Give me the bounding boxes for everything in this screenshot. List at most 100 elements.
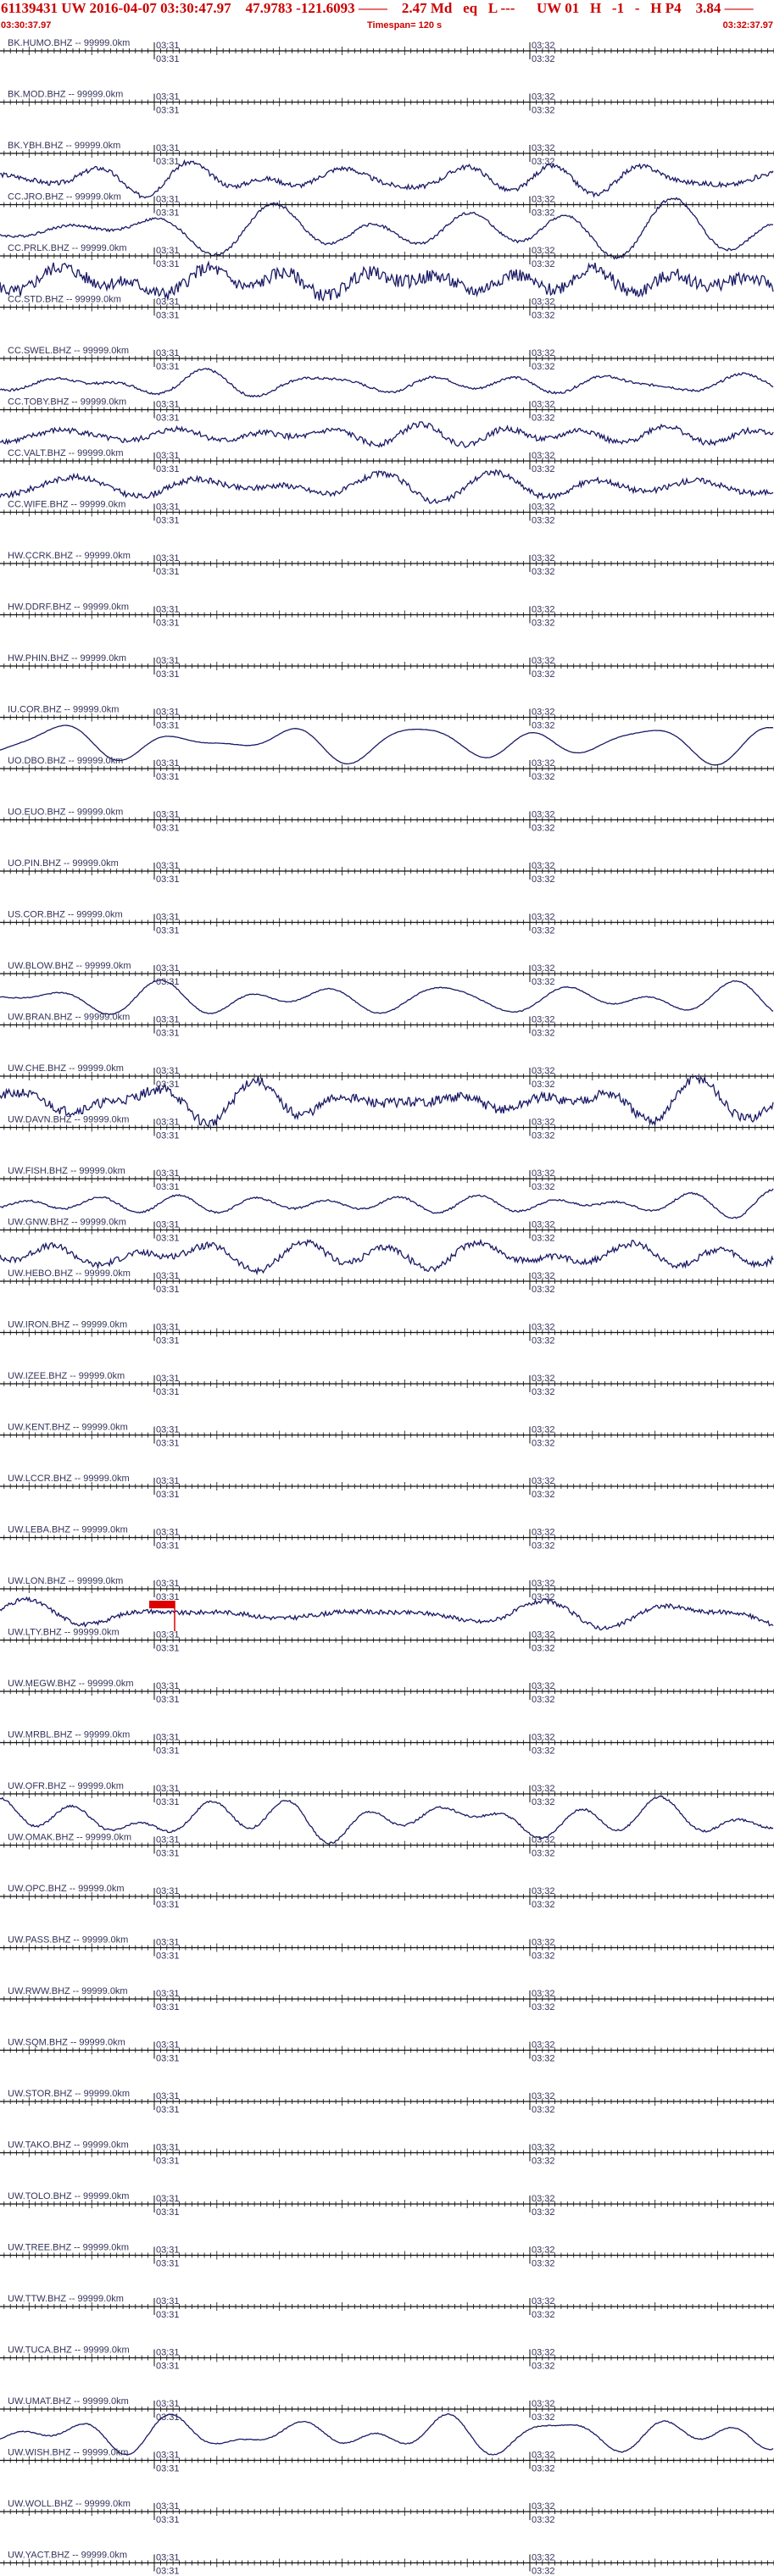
minute-tick-label-top: 03:31 [156, 1733, 180, 1743]
station-label: UW.LTY.BHZ -- 99999.0km [8, 1628, 120, 1638]
station-label: CC.JRO.BHZ -- 99999.0km [8, 192, 121, 203]
minute-tick-label-top: 03:31 [156, 1220, 180, 1230]
station-label: UW.LEBA.BHZ -- 99999.0km [8, 1525, 128, 1535]
minute-tick-label: 03:31 [156, 2105, 180, 2115]
minute-tick-label: 03:32 [532, 1182, 555, 1192]
minute-tick-label: 03:31 [156, 2207, 180, 2218]
minute-tick-label: 03:31 [156, 2002, 180, 2012]
waveform [0, 1188, 774, 1219]
minute-tick-label-top: 03:32 [532, 1733, 555, 1743]
station-row: 03:31 03:31 03:32 03:32 HW.CCRK.BHZ -- 99999… [0, 551, 774, 577]
minute-tick-label-top: 03:32 [532, 2553, 555, 2563]
minute-tick-label: 03:32 [532, 2362, 555, 2372]
minute-tick-label-top: 03:32 [532, 246, 555, 256]
station-label: UW.OFR.BHZ -- 99999.0km [8, 1781, 124, 1791]
minute-tick-label: 03:31 [156, 1439, 180, 1449]
station-label: UO.PIN.BHZ -- 99999.0km [8, 858, 119, 869]
station-row: 03:31 03:31 03:32 03:32 UW.LEBA.BHZ -- 99999… [0, 1525, 774, 1552]
minute-tick-label: 03:31 [156, 516, 180, 526]
minute-tick-label-top: 03:31 [156, 143, 180, 153]
minute-tick-label-top: 03:32 [532, 1784, 555, 1794]
station-row: 03:31 03:31 03:32 03:32 UW.MRBL.BHZ -- 99999… [0, 1730, 774, 1757]
station-label: HW.PHIN.BHZ -- 99999.0km [8, 653, 126, 663]
station-label: BK.YBH.BHZ -- 99999.0km [8, 141, 120, 151]
minute-tick-label-top: 03:32 [532, 1118, 555, 1128]
station-row: 03:31 03:31 03:32 03:32 UW.KENT.BHZ -- 99999… [0, 1423, 774, 1449]
station-row: 03:31 03:31 03:32 03:32 UW.IRON.BHZ -- 99999… [0, 1320, 774, 1346]
station-label: UW.MEGW.BHZ -- 99999.0km [8, 1679, 134, 1689]
minute-tick-label-top: 03:31 [156, 1118, 180, 1128]
minute-tick-label: 03:32 [532, 2054, 555, 2064]
minute-tick-label-top: 03:32 [532, 605, 555, 615]
station-label: CC.TOBY.BHZ -- 99999.0km [8, 397, 126, 408]
station-label: HW.DDRF.BHZ -- 99999.0km [8, 602, 129, 613]
minute-tick-label-top: 03:31 [156, 1015, 180, 1025]
minute-tick-label-top: 03:31 [156, 708, 180, 718]
minute-tick-label-top: 03:32 [532, 1220, 555, 1230]
minute-tick-label: 03:32 [532, 772, 555, 782]
minute-tick-label: 03:32 [532, 1951, 555, 1962]
minute-tick-label-top: 03:31 [156, 246, 180, 256]
station-label: UW.TREE.BHZ -- 99999.0km [8, 2243, 129, 2253]
minute-tick-label-top: 03:31 [156, 92, 180, 103]
station-row: 03:31 03:31 03:32 03:32 UW.WOLL.BHZ -- 99999… [0, 2499, 774, 2525]
minute-tick-label-top: 03:31 [156, 2040, 180, 2051]
station-label: UO.DBO.BHZ -- 99999.0km [8, 756, 123, 766]
minute-tick-label-top: 03:31 [156, 2501, 180, 2512]
station-row: 03:31 03:31 03:32 03:32 UW.YACT.BHZ -- 99999… [0, 2551, 774, 2576]
minute-tick-label: 03:31 [156, 619, 180, 629]
minute-tick-label-top: 03:32 [532, 810, 555, 820]
minute-tick-label: 03:32 [532, 464, 555, 475]
station-row: 03:31 03:31 03:32 03:32 CC.VALT.BHZ -- 99999… [0, 448, 774, 504]
minute-tick-label: 03:31 [156, 1746, 180, 1757]
minute-tick-label: 03:32 [532, 1490, 555, 1500]
minute-tick-label: 03:32 [532, 2259, 555, 2269]
minute-tick-label: 03:32 [532, 54, 555, 64]
minute-tick-label-top: 03:31 [156, 2143, 180, 2153]
minute-tick-label: 03:31 [156, 1285, 180, 1295]
minute-tick-label-top: 03:31 [156, 1169, 180, 1179]
station-row: 03:31 03:31 03:32 03:32 UW.TAKO.BHZ -- 99999… [0, 2140, 774, 2167]
minute-tick-label: 03:32 [532, 1439, 555, 1449]
station-row: 03:31 03:31 03:32 03:32 CC.PRLK.BHZ -- 99999… [0, 243, 774, 303]
minute-tick-label-top: 03:32 [532, 1374, 555, 1384]
minute-tick-label: 03:31 [156, 259, 180, 269]
minute-tick-label: 03:31 [156, 874, 180, 885]
minute-tick-label-top: 03:32 [532, 451, 555, 461]
minute-tick-label: 03:31 [156, 208, 180, 219]
minute-tick-label: 03:31 [156, 2310, 180, 2320]
minute-tick-label-top: 03:32 [532, 1681, 555, 1691]
station-row: 03:31 03:31 03:32 03:32 UW.TOLO.BHZ -- 99999… [0, 2191, 774, 2218]
station-label: UW.IRON.BHZ -- 99999.0km [8, 1320, 127, 1330]
minute-tick-label: 03:32 [532, 1849, 555, 1859]
minute-tick-label-top: 03:32 [532, 1323, 555, 1333]
station-row: 03:31 03:31 03:32 03:32 CC.TOBY.BHZ -- 99999… [0, 397, 774, 449]
station-row: 03:31 03:31 03:32 03:32 UW.TREE.BHZ -- 99999… [0, 2243, 774, 2269]
minute-tick-label-top: 03:31 [156, 1835, 180, 1846]
phase-pick-marker [149, 1601, 175, 1608]
minute-tick-label: 03:32 [532, 1029, 555, 1039]
station-label: UW.CHE.BHZ -- 99999.0km [8, 1063, 124, 1074]
station-label: UW.TUCA.BHZ -- 99999.0km [8, 2346, 130, 2356]
minute-tick-label-top: 03:32 [532, 92, 555, 103]
station-label: UW.PASS.BHZ -- 99999.0km [8, 1935, 128, 1946]
minute-tick-label: 03:31 [156, 1234, 180, 1244]
minute-tick-label: 03:32 [532, 977, 555, 987]
minute-tick-label: 03:31 [156, 2464, 180, 2474]
minute-tick-label: 03:31 [156, 721, 180, 731]
station-row: 03:31 03:31 03:32 03:32 CC.SWEL.BHZ -- 99999… [0, 346, 774, 398]
minute-tick-label: 03:32 [532, 2464, 555, 2474]
minute-tick-label: 03:31 [156, 2412, 180, 2423]
minute-tick-label-top: 03:31 [156, 400, 180, 410]
minute-tick-label-top: 03:32 [532, 1579, 555, 1589]
minute-tick-label: 03:32 [532, 157, 555, 167]
minute-tick-label: 03:31 [156, 464, 180, 475]
waveform [0, 421, 774, 449]
minute-tick-label-top: 03:32 [532, 2091, 555, 2101]
minute-tick-label-top: 03:31 [156, 2246, 180, 2256]
minute-tick-label: 03:32 [532, 362, 555, 372]
minute-tick-label: 03:31 [156, 926, 180, 936]
station-label: UW.OMAK.BHZ -- 99999.0km [8, 1833, 131, 1843]
station-row: 03:31 03:31 03:32 03:32 UW.UMAT.BHZ -- 99999… [0, 2396, 774, 2456]
minute-tick-label-top: 03:31 [156, 553, 180, 564]
